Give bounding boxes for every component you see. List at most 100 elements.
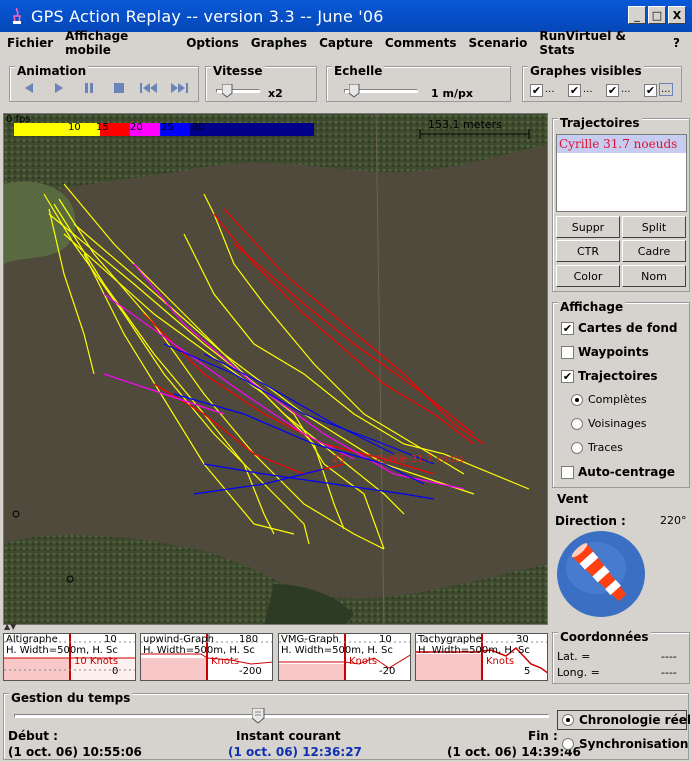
pause-button[interactable] — [80, 79, 98, 97]
rewind-button[interactable] — [138, 79, 160, 97]
instant-value: (1 oct. 06) 12:36:27 — [228, 745, 362, 759]
step-back-button[interactable] — [20, 79, 38, 97]
window-title-bar[interactable]: GPS Action Replay -- version 3.3 -- June… — [0, 0, 692, 32]
split-button[interactable]: Split — [622, 216, 686, 238]
upwind-info: H. Width=500m, H. Sc — [143, 645, 255, 656]
echelle-value: 1 m/px — [431, 87, 473, 100]
chrono-label: Chronologie réelle — [579, 713, 692, 727]
menu-graphes[interactable]: Graphes — [251, 36, 307, 50]
graph-4-checkbox[interactable]: ✔ — [644, 84, 657, 97]
wind-direction-icon[interactable] — [556, 530, 646, 618]
step-back-icon — [25, 83, 33, 93]
vmg-unit: Knots — [349, 656, 378, 667]
altigraphe-title: Altigraphe — [6, 634, 58, 645]
cadre-button[interactable]: Cadre — [622, 240, 686, 262]
completes-label: Complètes — [588, 393, 647, 406]
graph-vmg[interactable]: VMG-Graph H. Width=500m, H. Sc Knots 10 … — [278, 633, 411, 681]
affichage-title: Affichage — [558, 300, 626, 314]
tachygraphe-unit: Knots — [486, 656, 515, 667]
menu-options[interactable]: Options — [186, 36, 239, 50]
vent-panel: Vent Direction : 220° — [552, 490, 690, 620]
vmg-min: -20 — [379, 666, 396, 677]
menu-comments[interactable]: Comments — [385, 36, 457, 50]
trajectoires-list[interactable]: Cyrille 31.7 noeuds — [556, 134, 687, 212]
ctr-button[interactable]: CTR — [556, 240, 620, 262]
long-value: ---- — [661, 666, 677, 679]
traces-radio[interactable] — [571, 442, 583, 454]
window-title: GPS Action Replay -- version 3.3 -- June… — [31, 6, 384, 26]
graph-altigraphe[interactable]: Altigraphe H. Width=500m, H. Sc 10 Knots… — [3, 633, 136, 681]
fin-label: Fin : — [528, 729, 558, 743]
time-slider-thumb[interactable] — [252, 708, 265, 724]
menu-scenario[interactable]: Scenario — [469, 36, 528, 50]
long-label: Long. = — [557, 666, 600, 679]
map-view[interactable]: 0 fps 10 15 20 25 30 153,1 meters 25 Cyr… — [3, 113, 548, 625]
graph-upwind[interactable]: upwind-Graph H. Width=500m, H. Sc Knots … — [140, 633, 273, 681]
animation-label: Animation — [15, 64, 89, 78]
trajectoires-display-label: Trajectoires — [578, 369, 658, 383]
lat-value: ---- — [661, 650, 677, 663]
upwind-max: 180 — [239, 634, 259, 645]
autocentrage-checkbox[interactable] — [561, 466, 574, 479]
time-slider-track[interactable] — [14, 714, 549, 718]
menu-affichage-mobile[interactable]: Affichage mobile — [65, 29, 174, 57]
vent-title: Vent — [557, 492, 589, 506]
cartes-checkbox[interactable]: ✔ — [561, 322, 574, 335]
synchro-radio[interactable] — [562, 738, 574, 750]
suppr-button[interactable]: Suppr — [556, 216, 620, 238]
lat-label: Lat. = — [557, 650, 591, 663]
color-button[interactable]: Color — [556, 265, 620, 287]
menu-help[interactable]: ? — [673, 36, 680, 50]
legend-label-25: 25 — [161, 122, 174, 133]
fast-forward-button[interactable] — [168, 79, 190, 97]
graph-1-checkbox[interactable]: ✔ — [530, 84, 543, 97]
completes-radio[interactable] — [571, 394, 583, 406]
maximize-button[interactable]: □ — [648, 6, 666, 24]
chrono-radio[interactable] — [562, 714, 574, 726]
menu-runvirtuel[interactable]: RunVirtuel & Stats — [539, 29, 661, 57]
play-button[interactable] — [50, 79, 68, 97]
minimize-button[interactable]: _ — [628, 6, 646, 24]
graph-tachygraphe[interactable]: Tachygraphe H. Width=500m, H. Sc Knots 3… — [415, 633, 548, 681]
graph-4-check-label: ... — [659, 83, 673, 96]
direction-value: 220° — [660, 514, 687, 527]
trajectoires-panel: Trajectoires Cyrille 31.7 noeuds Suppr S… — [552, 116, 690, 292]
stop-icon — [114, 83, 124, 93]
trajectoires-checkbox[interactable]: ✔ — [561, 370, 574, 383]
upwind-unit: Knots — [211, 656, 240, 667]
trajectoires-title: Trajectoires — [558, 116, 642, 130]
legend-label-20: 20 — [130, 122, 143, 133]
vitesse-slider-thumb[interactable] — [222, 84, 233, 98]
gestion-temps-panel: Gestion du temps Début : (1 oct. 06) 10:… — [3, 691, 692, 760]
gestion-temps-title: Gestion du temps — [9, 691, 133, 705]
fin-value: (1 oct. 06) 14:39:46 — [447, 745, 581, 759]
graph-3-checkbox[interactable]: ✔ — [606, 84, 619, 97]
waypoints-checkbox[interactable] — [561, 346, 574, 359]
altigraphe-min: 0 — [112, 666, 119, 677]
legend-label-15: 15 — [96, 122, 109, 133]
debut-label: Début : — [8, 729, 58, 743]
echelle-slider-thumb[interactable] — [349, 84, 360, 98]
menu-capture[interactable]: Capture — [319, 36, 373, 50]
legend-label-10: 10 — [68, 122, 81, 133]
nom-button[interactable]: Nom — [622, 265, 686, 287]
pause-icon — [85, 83, 93, 93]
close-button[interactable]: X — [668, 6, 686, 24]
vmg-title: VMG-Graph — [281, 634, 339, 645]
echelle-panel: Echelle 1 m/px — [326, 64, 511, 102]
cartes-label: Cartes de fond — [578, 321, 678, 335]
echelle-label: Echelle — [332, 64, 385, 78]
vitesse-label: Vitesse — [211, 64, 265, 78]
voisinages-label: Voisinages — [588, 417, 647, 430]
debut-value: (1 oct. 06) 10:55:06 — [8, 745, 142, 759]
trajectoire-item[interactable]: Cyrille 31.7 noeuds — [557, 135, 686, 153]
voisinages-radio[interactable] — [571, 418, 583, 430]
fast-forward-icon — [171, 83, 188, 93]
stop-button[interactable] — [110, 79, 128, 97]
animation-panel: Animation — [9, 64, 199, 102]
splitter-arrows-icon[interactable]: ▲▼ — [4, 622, 16, 631]
graph-2-checkbox[interactable]: ✔ — [568, 84, 581, 97]
vmg-max: 10 — [379, 634, 392, 645]
menu-fichier[interactable]: Fichier — [7, 36, 53, 50]
tachygraphe-max: 30 — [516, 634, 529, 645]
